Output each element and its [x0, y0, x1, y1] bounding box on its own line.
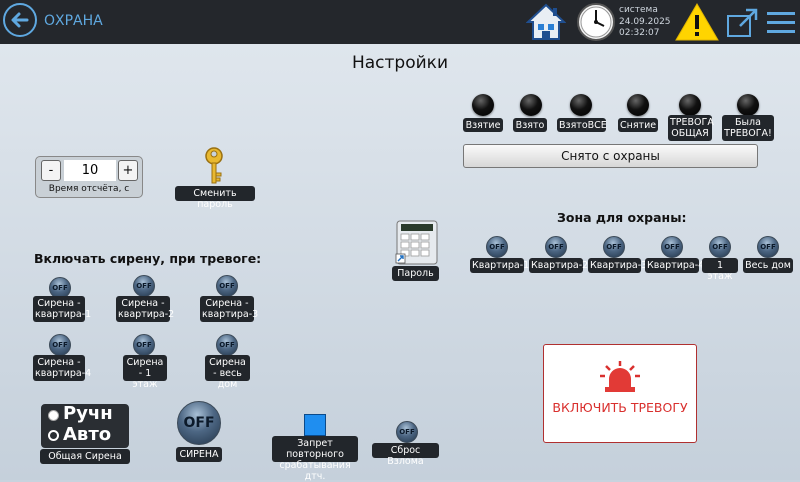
siren-label: Сирена - квартира-4 [33, 355, 92, 381]
decrement-button[interactable]: - [41, 160, 61, 181]
warning-icon[interactable] [674, 2, 720, 42]
common-siren-label: Общая Сирена [40, 449, 130, 464]
indicator-lamp [570, 94, 592, 116]
menu-icon[interactable] [766, 10, 796, 36]
home-icon[interactable] [526, 2, 566, 42]
siren-label: Сирена - квартира-3 [200, 296, 259, 322]
clock-icon [577, 3, 615, 41]
zone-toggle[interactable]: OFF [757, 236, 779, 258]
countdown-stepper: - 10 + Время отсчёта, с [35, 156, 143, 198]
siren-switch-label: СИРЕНА [176, 447, 222, 462]
siren-section-title: Включать сирену, при тревоге: [34, 251, 262, 266]
system-date: 24.09.2025 [619, 16, 671, 27]
zone-section-title: Зона для охраны: [557, 210, 687, 225]
siren-label: Сирена - 1 этаж [123, 355, 167, 390]
indicator-label: ВзятоВСЕ [557, 118, 607, 132]
page-title: Настройки [351, 53, 448, 73]
siren-label: Сирена - весь дом [205, 355, 250, 390]
auto-radio[interactable] [48, 430, 59, 441]
zone-toggle[interactable]: OFF [709, 236, 731, 258]
system-label: система [619, 5, 658, 15]
siren-switch[interactable]: OFF [177, 401, 221, 445]
increment-button[interactable]: + [118, 160, 138, 181]
zone-label: Весь дом [743, 258, 793, 273]
zone-label: Квартира-3 [588, 258, 648, 273]
indicator-lamp [520, 94, 542, 116]
zone-label: Квартира-2 [529, 258, 589, 273]
password-keypad-label[interactable]: Пароль [392, 266, 439, 281]
back-button[interactable] [3, 3, 37, 37]
disarmed-status-button[interactable]: Снято с охраны [463, 144, 758, 168]
siren-toggle[interactable]: OFF [133, 334, 155, 356]
siren-toggle[interactable]: OFF [216, 275, 238, 297]
back-arrow-icon [11, 12, 29, 28]
manual-auto-selector[interactable]: Ручн Авто [41, 404, 129, 448]
zone-label: Квартира-1 [470, 258, 530, 273]
siren-toggle[interactable]: OFF [133, 275, 155, 297]
manual-option-label: Ручн [63, 403, 113, 424]
system-time: 02:32:07 [619, 28, 660, 38]
indicator-label: Была ТРЕВОГА! [722, 115, 774, 141]
change-password-button[interactable]: Сменить пароль [175, 186, 255, 210]
indicator-label: Снятие [618, 118, 658, 132]
top-bar: ОХРАНА система 24.09.2025 02:32:07 [0, 0, 800, 44]
reset-break-toggle[interactable]: OFF [396, 421, 418, 443]
enable-alarm-label: ВКЛЮЧИТЬ ТРЕВОГУ [552, 400, 688, 415]
enable-alarm-button[interactable]: ВКЛЮЧИТЬ ТРЕВОГУ [543, 344, 697, 443]
repeat-block-label: Запрет повторного срабатывания дтч. [272, 436, 358, 482]
zone-toggle[interactable]: OFF [545, 236, 567, 258]
indicator-lamp [472, 94, 494, 116]
indicator-lamp [627, 94, 649, 116]
zone-toggle[interactable]: OFF [486, 236, 508, 258]
external-window-icon[interactable] [726, 8, 760, 38]
indicator-label: Взято [513, 118, 547, 132]
auto-option-label: Авто [63, 424, 112, 445]
zone-toggle[interactable]: OFF [603, 236, 625, 258]
app-title: ОХРАНА [44, 13, 103, 29]
repeat-block-checkbox[interactable] [304, 414, 326, 436]
siren-label: Сирена - квартира-2 [116, 296, 175, 322]
reset-break-label: Сброс Взлома [372, 443, 439, 467]
siren-toggle[interactable]: OFF [49, 334, 71, 356]
manual-radio[interactable] [48, 410, 59, 421]
countdown-caption: Время отсчёта, с [48, 184, 130, 194]
countdown-value[interactable]: 10 [64, 160, 116, 181]
key-icon[interactable] [202, 147, 226, 187]
zone-label: 1 этаж [702, 258, 738, 282]
siren-label: Сирена - квартира-1 [33, 296, 92, 322]
siren-light-icon [600, 361, 640, 392]
keypad-icon[interactable] [395, 220, 439, 266]
system-datetime: система 24.09.2025 02:32:07 [619, 5, 671, 40]
indicator-lamp [737, 94, 759, 116]
siren-toggle[interactable]: OFF [216, 334, 238, 356]
indicator-label: Взятие [463, 118, 503, 132]
indicator-lamp [679, 94, 701, 116]
zone-label: Квартира-4 [645, 258, 705, 273]
indicator-label: ТРЕВОГА ОБЩАЯ [668, 115, 714, 141]
zone-toggle[interactable]: OFF [661, 236, 683, 258]
